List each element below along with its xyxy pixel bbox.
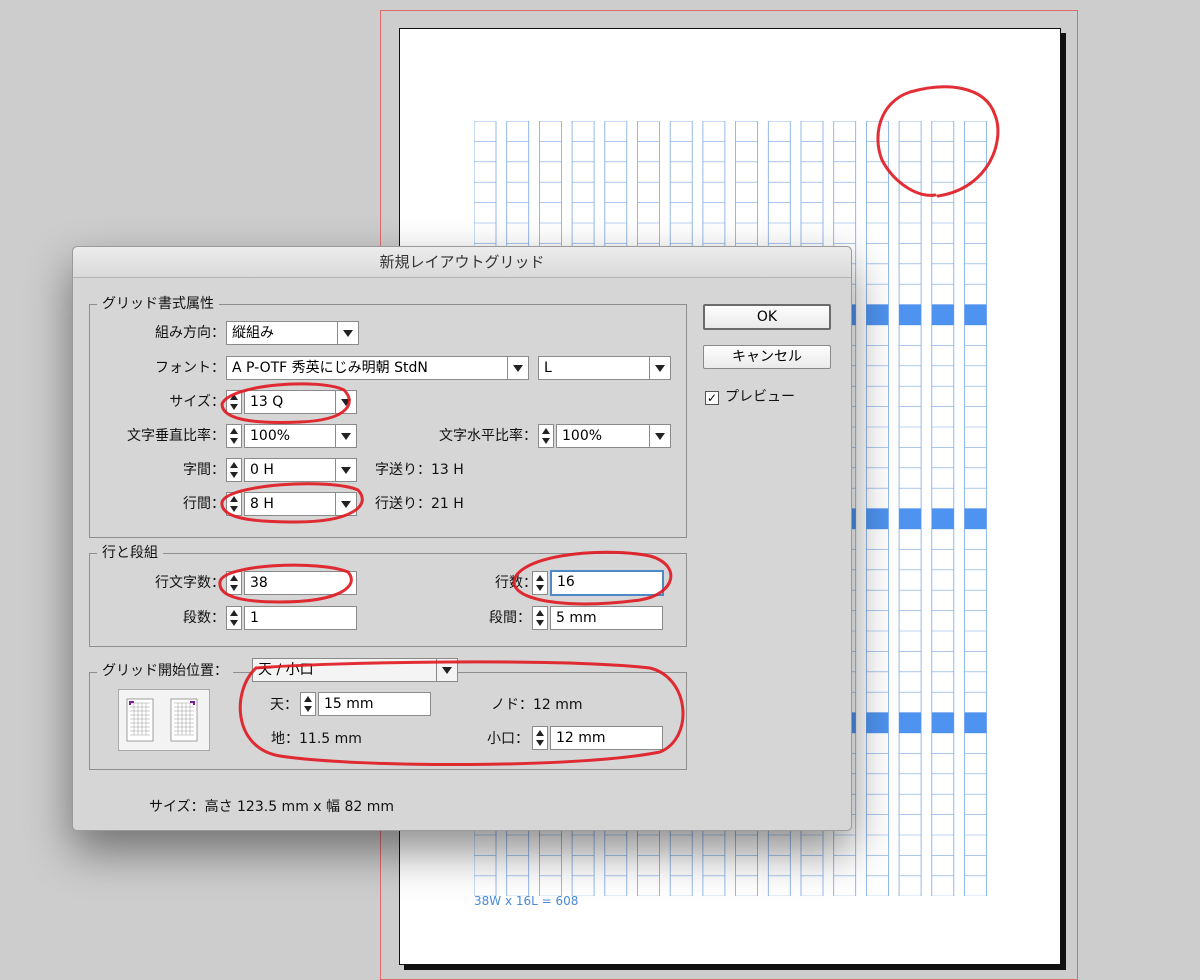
chevron-down-icon [335, 459, 356, 481]
gutter-margin-readout: ノド：12 mm [491, 697, 583, 713]
chevron-down-icon [507, 357, 528, 379]
grid-start-legend: グリッド開始位置： [97, 662, 233, 680]
bottom-margin-readout: 地：11.5 mm [271, 731, 362, 747]
lines-columns-group [89, 553, 687, 647]
grid-size-caption: 38W x 16L = 608 [474, 894, 579, 908]
line-spacing-stepper[interactable] [226, 492, 242, 516]
line-advance-readout: 行送り：21 H [375, 496, 464, 512]
lines-label: 行数： [495, 575, 537, 591]
fore-edge-stepper[interactable] [532, 726, 548, 750]
cancel-button[interactable]: キャンセル [703, 345, 831, 369]
chevron-down-icon [335, 493, 356, 515]
fore-edge-label: 小口： [487, 731, 529, 747]
size-label: サイズ： [169, 394, 225, 410]
lines-columns-legend: 行と段組 [97, 544, 163, 562]
font-label: フォント： [155, 360, 225, 376]
columns-label: 段数： [183, 610, 225, 626]
line-spacing-label: 行間： [183, 496, 225, 512]
ok-button[interactable]: OK [703, 304, 831, 330]
size-combo[interactable]: 13 Q [244, 390, 357, 414]
preview-checkbox[interactable]: ✓ [705, 391, 719, 405]
grid-column [931, 121, 955, 896]
grid-column [865, 121, 889, 896]
columns-stepper[interactable] [226, 606, 242, 630]
chevron-down-icon [649, 425, 670, 447]
page-spread-icon [126, 698, 198, 742]
font-style-select[interactable]: L [538, 356, 671, 380]
chevron-down-icon [436, 659, 457, 681]
column-gutter-label: 段間： [489, 610, 531, 626]
grid-column [964, 121, 987, 896]
chevron-down-icon [337, 322, 358, 344]
chars-per-line-stepper[interactable] [226, 571, 242, 595]
fore-edge-input[interactable]: 12 mm [550, 726, 663, 750]
font-select[interactable]: A P-OTF 秀英にじみ明朝 StdN [226, 356, 529, 380]
grid-start-select[interactable]: 天 / 小口 [252, 658, 458, 682]
horizontal-scale-stepper[interactable] [538, 424, 554, 448]
grid-start-preview [118, 689, 210, 751]
size-stepper[interactable] [226, 390, 242, 414]
top-margin-stepper[interactable] [300, 692, 316, 716]
char-spacing-label: 字間： [183, 462, 225, 478]
vertical-scale-label: 文字垂直比率： [127, 428, 225, 444]
lines-input[interactable]: 16 [550, 570, 664, 596]
horizontal-scale-label: 文字水平比率： [439, 428, 537, 444]
direction-select[interactable]: 縦組み [226, 321, 359, 345]
new-layout-grid-dialog: 新規レイアウトグリッド グリッド書式属性 組み方向： 縦組み フォント： A P… [72, 246, 852, 831]
columns-input[interactable]: 1 [244, 606, 357, 630]
grid-attributes-legend: グリッド書式属性 [97, 295, 219, 313]
chevron-down-icon [335, 425, 356, 447]
column-gutter-input[interactable]: 5 mm [550, 606, 663, 630]
chars-per-line-input[interactable]: 38 [244, 571, 357, 595]
preview-label: プレビュー [725, 389, 795, 405]
char-spacing-stepper[interactable] [226, 458, 242, 482]
column-gutter-stepper[interactable] [532, 606, 548, 630]
size-summary: サイズ：高さ 123.5 mm x 幅 82 mm [149, 799, 395, 815]
dialog-title[interactable]: 新規レイアウトグリッド [73, 247, 851, 278]
top-margin-input[interactable]: 15 mm [318, 692, 431, 716]
check-icon: ✓ [706, 391, 718, 405]
chevron-down-icon [335, 391, 356, 413]
direction-label: 組み方向： [155, 325, 225, 341]
lines-stepper[interactable] [532, 571, 548, 595]
grid-column [898, 121, 922, 896]
vertical-scale-combo[interactable]: 100% [244, 424, 357, 448]
chars-per-line-label: 行文字数： [155, 575, 225, 591]
horizontal-scale-combo[interactable]: 100% [556, 424, 671, 448]
char-spacing-combo[interactable]: 0 H [244, 458, 357, 482]
line-spacing-combo[interactable]: 8 H [244, 492, 357, 516]
char-advance-readout: 字送り：13 H [375, 462, 464, 478]
chevron-down-icon [649, 357, 670, 379]
top-margin-label: 天： [270, 697, 298, 713]
vertical-scale-stepper[interactable] [226, 424, 242, 448]
